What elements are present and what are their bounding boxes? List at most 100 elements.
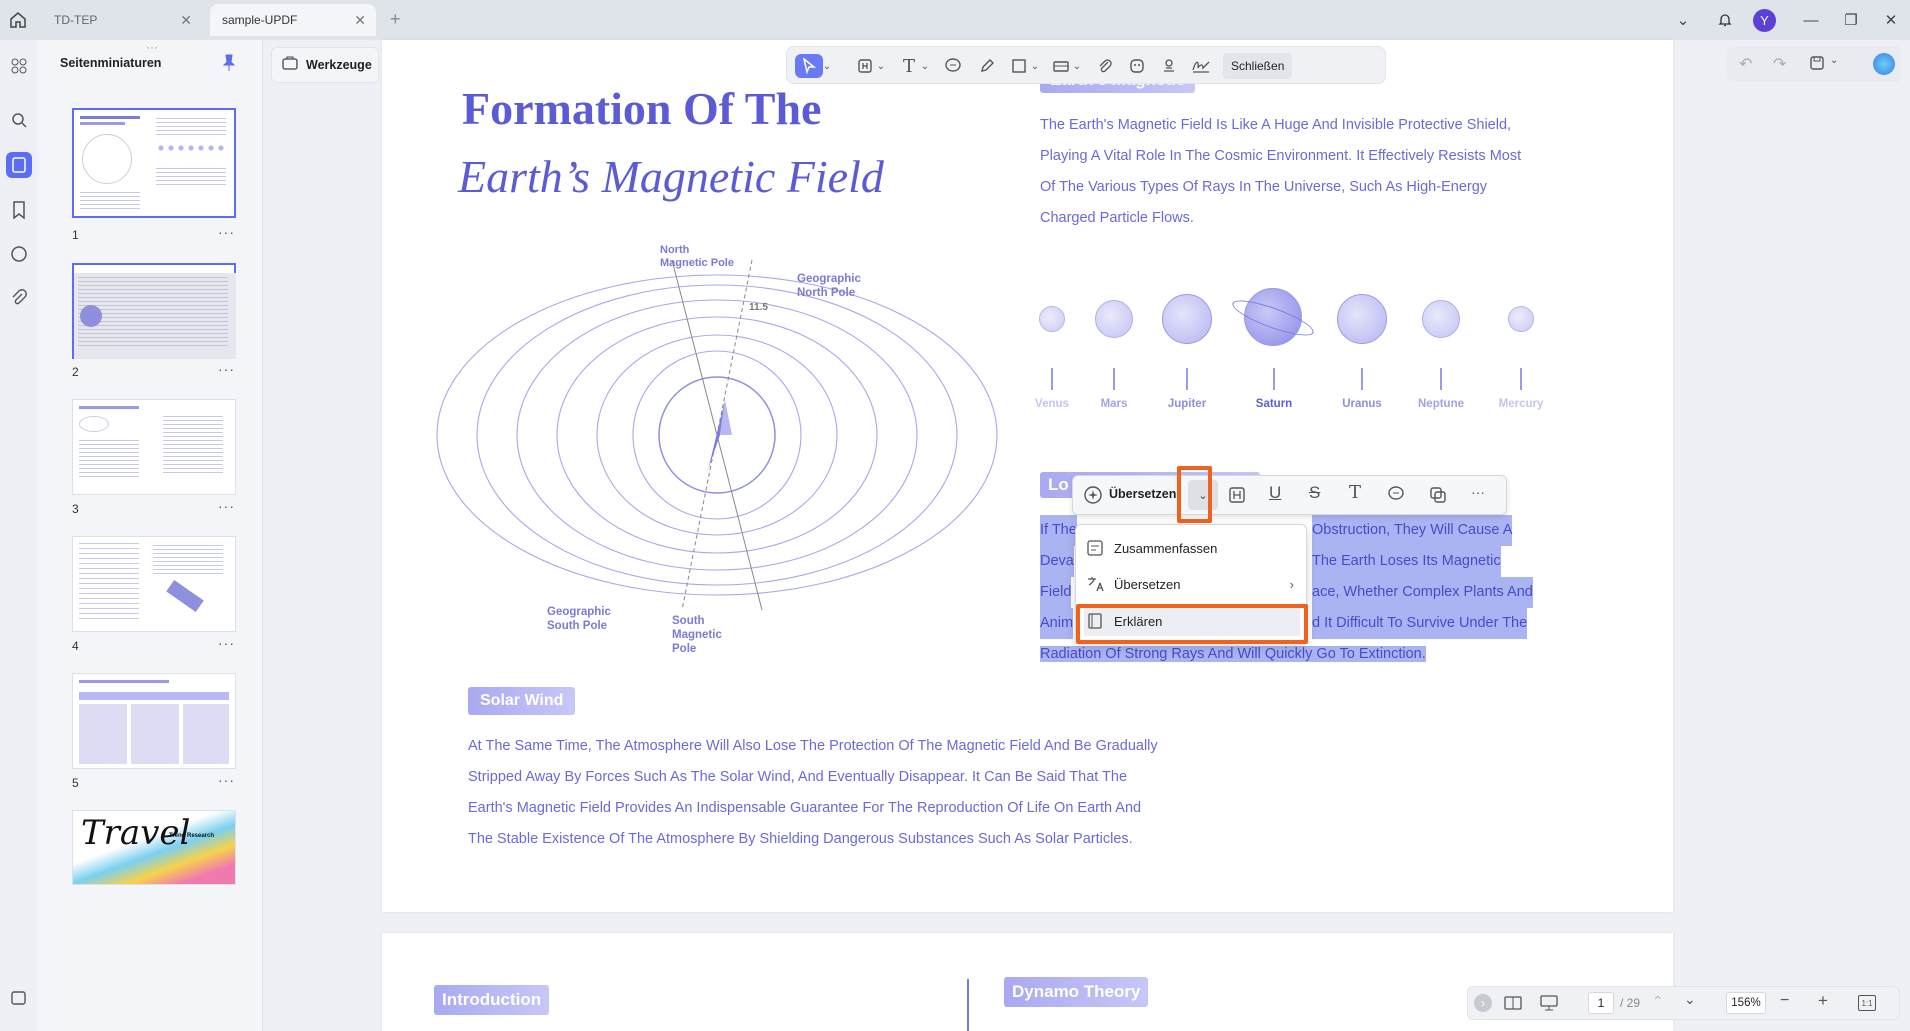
underline-icon[interactable]: U	[1269, 483, 1281, 503]
text-line: d It Difficult To Survive Under The	[1312, 608, 1528, 639]
close-tab-icon[interactable]: ✕	[180, 12, 192, 29]
page-number-input[interactable]: 1	[1588, 992, 1614, 1014]
chevron-down-icon[interactable]: ⌄	[1670, 8, 1696, 32]
ai-assistant-icon[interactable]	[1873, 53, 1895, 75]
explain-highlight-box	[1076, 604, 1308, 644]
text-line: Field	[1040, 577, 1072, 608]
attachment-icon[interactable]	[7, 286, 31, 310]
fit-page-icon[interactable]: 1:1	[1858, 995, 1876, 1011]
comment-icon[interactable]	[7, 242, 31, 266]
zoom-level[interactable]: 156%	[1726, 992, 1766, 1014]
page-thumbnail-5[interactable]	[72, 673, 236, 769]
chevron-down-icon[interactable]: ⌄	[1071, 54, 1083, 78]
minimize-icon[interactable]: —	[1798, 8, 1824, 32]
text-line: ace, Whether Complex Plants And	[1312, 577, 1533, 608]
zoom-in-icon[interactable]: +	[1818, 991, 1828, 1011]
copy-icon[interactable]	[1429, 486, 1447, 509]
bell-icon[interactable]	[1712, 8, 1738, 32]
chevron-right-icon[interactable]: ›	[1474, 994, 1492, 1012]
text-line: Earth's Magnetic Field Provides An Indis…	[468, 800, 1142, 816]
ai-translate-icon[interactable]	[1083, 485, 1103, 510]
summarize-icon	[1084, 537, 1106, 559]
shape-tool-icon[interactable]	[1007, 54, 1031, 78]
more-icon[interactable]: ···	[218, 224, 235, 240]
signature-stamp-icon[interactable]	[1157, 54, 1181, 78]
zoom-out-icon[interactable]: −	[1780, 992, 1789, 1010]
chevron-down-icon[interactable]: ⌄	[1684, 991, 1696, 1008]
more-icon[interactable]: ···	[218, 635, 235, 651]
signature-icon[interactable]	[1189, 54, 1213, 78]
attach-tool-icon[interactable]	[1093, 54, 1117, 78]
text-line: Deva	[1040, 546, 1074, 577]
pencil-tool-icon[interactable]	[975, 54, 999, 78]
pin-icon[interactable]	[222, 54, 236, 77]
restore-icon[interactable]: ❐	[1838, 8, 1864, 32]
drag-handle-icon[interactable]: ···	[146, 40, 158, 54]
section-tag-introduction: Introduction	[434, 985, 550, 1015]
text-line: Charged Particle Flows.	[1040, 210, 1194, 226]
chevron-down-icon[interactable]: ⌄	[821, 54, 833, 78]
avatar[interactable]: Y	[1753, 9, 1776, 32]
bookmark-icon[interactable]	[7, 198, 31, 222]
tab-sample-updf[interactable]: sample-UPDF ✕	[210, 4, 376, 36]
tools-button[interactable]: Werkzeuge	[271, 47, 379, 83]
save-icon[interactable]	[1809, 55, 1825, 76]
translate-button[interactable]: Übersetzen	[1109, 487, 1176, 501]
chevron-up-icon[interactable]: ⌃	[1652, 993, 1664, 1010]
presentation-icon[interactable]	[1540, 995, 1558, 1016]
close-tab-icon[interactable]: ✕	[354, 12, 366, 29]
page-title-line2: Earth’s Magnetic Field	[458, 151, 884, 202]
solar-wind-paragraph: At The Same Time, The Atmosphere Will Al…	[468, 731, 1158, 855]
selection-toolbar: Übersetzen ⌄ U S T ···	[1072, 475, 1507, 515]
undo-icon[interactable]: ↶	[1739, 54, 1752, 74]
layers-icon[interactable]	[7, 986, 31, 1010]
page-number: 3	[72, 502, 79, 516]
page-thumbnail-4[interactable]	[72, 536, 236, 632]
text-line: If The	[1040, 515, 1077, 546]
geographic-north-pole-label: Geographic North Pole	[797, 273, 861, 299]
new-tab-icon[interactable]: +	[390, 9, 401, 30]
text-line: Of The Various Types Of Rays In The Univ…	[1040, 179, 1488, 195]
reading-mode-icon[interactable]	[1504, 995, 1522, 1016]
thumbnails-icon[interactable]	[6, 152, 32, 178]
planet-label: Mars	[1100, 398, 1128, 410]
page-thumbnail-1[interactable]	[72, 108, 236, 218]
chevron-down-icon[interactable]: ⌄	[1029, 54, 1041, 78]
tab-td-tep[interactable]: TD-TEP ✕	[42, 4, 202, 36]
comment-tool-icon[interactable]	[941, 54, 965, 78]
highlight-icon[interactable]	[1228, 486, 1246, 509]
more-icon[interactable]: ···	[1471, 484, 1485, 500]
menu-item-translate[interactable]: Übersetzen ›	[1084, 569, 1300, 599]
comment-icon[interactable]	[1387, 486, 1405, 507]
search-icon[interactable]	[7, 108, 31, 132]
page-number: 5	[72, 776, 79, 790]
close-toolbar-button[interactable]: Schließen	[1223, 53, 1293, 79]
page-thumbnail-2[interactable]	[72, 263, 236, 359]
chevron-down-icon[interactable]: ⌄	[919, 54, 931, 78]
angle-label: 11.5	[749, 302, 768, 313]
panel-title: Seitenminiaturen	[60, 56, 162, 70]
menu-item-summarize[interactable]: Zusammenfassen	[1084, 533, 1300, 563]
strikethrough-icon[interactable]: S	[1309, 483, 1320, 503]
chevron-down-icon[interactable]: ⌄	[875, 54, 887, 78]
page-thumbnail-6[interactable]: Travel Trend Research	[72, 810, 236, 885]
stamp-tool-icon[interactable]	[1049, 54, 1073, 78]
redo-icon[interactable]: ↷	[1773, 54, 1786, 74]
highlight-tool-icon[interactable]	[853, 54, 877, 78]
menu-item-label: Übersetzen	[1114, 576, 1181, 592]
history-toolbar: ↶ ↷ ⌄	[1727, 46, 1902, 82]
text-line: The Earth's Magnetic Field Is Like A Hug…	[1040, 117, 1512, 133]
sticker-tool-icon[interactable]	[1125, 54, 1149, 78]
text-tool-icon[interactable]: T	[897, 54, 921, 78]
grid-icon[interactable]	[7, 54, 31, 78]
close-window-icon[interactable]: ✕	[1878, 8, 1904, 32]
text-icon[interactable]: T	[1349, 482, 1361, 503]
chevron-down-icon[interactable]: ⌄	[1830, 55, 1838, 66]
more-icon[interactable]: ···	[218, 772, 235, 788]
more-icon[interactable]: ···	[218, 361, 235, 377]
home-icon[interactable]	[8, 10, 28, 30]
select-tool-icon[interactable]	[795, 54, 823, 78]
page-thumbnail-3[interactable]	[72, 399, 236, 495]
page-number: 1	[72, 228, 79, 242]
more-icon[interactable]: ···	[218, 498, 235, 514]
